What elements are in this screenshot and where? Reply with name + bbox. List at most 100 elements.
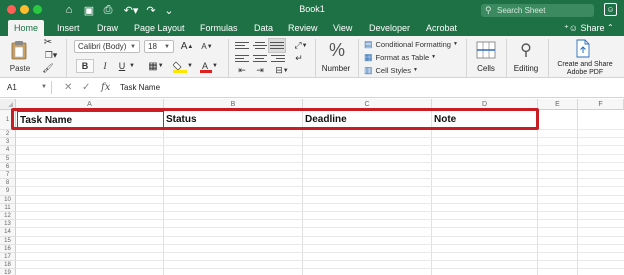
align-left-button[interactable] (234, 53, 250, 64)
align-right-icon (271, 53, 285, 64)
svg-text:A: A (202, 61, 208, 71)
name-box[interactable]: A1 ▼ (4, 81, 52, 94)
tab-formulas[interactable]: Formulas (200, 20, 238, 36)
column-header-f[interactable]: F (578, 99, 624, 110)
cells-button[interactable] (472, 39, 500, 61)
underline-options-icon[interactable]: ▼ (128, 59, 136, 73)
align-top-button[interactable] (234, 39, 250, 52)
wrap-text-button[interactable]: ↵ (291, 53, 307, 64)
font-color-button[interactable]: A ▼ (197, 59, 221, 73)
gridline (537, 110, 538, 275)
gridline (16, 194, 624, 196)
grow-font-button[interactable]: A ▲ (180, 40, 194, 53)
row-header-10[interactable]: 10 (0, 195, 16, 204)
magnifier-icon: ⚲ (520, 42, 532, 59)
row-header-16[interactable]: 16 (0, 244, 16, 253)
account-icon[interactable]: ☺ (604, 3, 617, 16)
shrink-font-button[interactable]: A ▼ (200, 40, 214, 53)
insert-function-icon[interactable]: fx (101, 81, 110, 94)
row-header-18[interactable]: 18 (0, 261, 16, 270)
orientation-button[interactable]: ⤢ ▼ (291, 39, 311, 52)
grow-font-label: A (180, 41, 188, 52)
row-header-4[interactable]: 4 (0, 146, 16, 155)
row-header-12[interactable]: 12 (0, 212, 16, 221)
align-center-button[interactable] (252, 53, 268, 64)
copy-icon[interactable]: ❐▾ (42, 50, 60, 61)
cancel-icon[interactable]: ✕ (64, 81, 72, 94)
tab-insert[interactable]: Insert (57, 20, 80, 36)
row-header-13[interactable]: 13 (0, 220, 16, 229)
format-painter-icon[interactable]: 🖌 (42, 63, 54, 74)
row-header-3[interactable]: 3 (0, 138, 16, 147)
chevron-down-icon: ▼ (282, 67, 289, 74)
paste-label: Paste (9, 63, 31, 73)
tab-acrobat[interactable]: Acrobat (426, 20, 457, 36)
tab-view[interactable]: View (333, 20, 352, 36)
bold-button[interactable]: B (76, 59, 94, 73)
create-pdf-button[interactable] (572, 38, 594, 58)
font-name-dropdown[interactable]: Calibri (Body) ▼ (74, 40, 140, 53)
ribbon-tabs: Home Insert Draw Page Layout Formulas Da… (0, 20, 624, 36)
row-header-14[interactable]: 14 (0, 228, 16, 237)
tab-data[interactable]: Data (254, 20, 273, 36)
fill-color-button[interactable]: ▼ (171, 59, 195, 73)
cells-label: Cells (477, 63, 495, 73)
align-middle-button[interactable] (252, 39, 268, 52)
number-format-button[interactable]: % (321, 39, 353, 61)
search-input[interactable]: ⚲ Search Sheet (481, 4, 594, 17)
ribbon-home: Paste ✂ ❐▾ 🖌 Calibri (Body) ▼ 18 ▼ A ▲ A ▼ B… (0, 36, 624, 78)
column-header-e[interactable]: E (538, 99, 578, 110)
paste-button[interactable] (8, 39, 30, 61)
increase-indent-button[interactable]: ⇥ (252, 65, 268, 76)
decrease-indent-button[interactable]: ⇤ (234, 65, 250, 76)
tab-home[interactable]: Home (8, 20, 45, 36)
conditional-formatting-label: Conditional Formatting (375, 39, 451, 49)
chevron-down-icon: ▼ (301, 42, 308, 49)
row-header-11[interactable]: 11 (0, 203, 16, 212)
row-header-7[interactable]: 7 (0, 171, 16, 180)
cut-icon[interactable]: ✂ (42, 37, 54, 48)
merge-center-button[interactable]: ⊟ ▼ (272, 65, 292, 76)
create-pdf-label-line1: Create and Share (557, 60, 613, 68)
gridline (16, 243, 624, 245)
tab-page-layout[interactable]: Page Layout (134, 20, 185, 36)
pdf-share-icon (576, 39, 590, 57)
font-size-value: 18 (148, 42, 157, 51)
row-header-5[interactable]: 5 (0, 154, 16, 163)
align-bottom-button[interactable] (268, 38, 286, 53)
row-header-17[interactable]: 17 (0, 253, 16, 262)
row-header-19[interactable]: 19 (0, 269, 16, 275)
enter-icon[interactable]: ✓ (82, 81, 90, 94)
underline-button[interactable]: U (116, 59, 128, 73)
tab-draw[interactable]: Draw (97, 20, 118, 36)
tab-developer[interactable]: Developer (369, 20, 410, 36)
number-label: Number (321, 63, 351, 73)
collapse-ribbon-icon[interactable]: ⌃ (607, 20, 614, 36)
font-size-dropdown[interactable]: 18 ▼ (144, 40, 174, 53)
tab-review[interactable]: Review (288, 20, 318, 36)
gridline (16, 235, 624, 237)
gridline (16, 137, 624, 139)
gridline (16, 260, 624, 262)
borders-button[interactable]: ▦ ▼ (144, 59, 168, 73)
editing-button[interactable]: ⚲ (512, 39, 540, 61)
format-as-table-button[interactable]: ▦ Format as Table ▼ (364, 51, 464, 63)
row-header-15[interactable]: 15 (0, 236, 16, 245)
row-header-2[interactable]: 2 (0, 130, 16, 139)
decrease-indent-icon: ⇤ (238, 65, 246, 75)
row-header-6[interactable]: 6 (0, 162, 16, 171)
increase-icon: ▲ (187, 43, 194, 50)
italic-button[interactable]: I (98, 59, 112, 73)
cell-styles-button[interactable]: ▥ Cell Styles ▼ (364, 64, 464, 76)
formula-input[interactable]: Task Name (120, 81, 160, 94)
row-header-9[interactable]: 9 (0, 187, 16, 196)
gridline (16, 186, 624, 188)
conditional-formatting-button[interactable]: ▤ Conditional Formatting ▼ (364, 38, 464, 50)
share-button[interactable]: ⁺☺ Share (564, 20, 604, 36)
row-header-8[interactable]: 8 (0, 179, 16, 188)
gridline (16, 161, 624, 163)
editing-label: Editing (513, 63, 539, 73)
share-label: Share (580, 23, 605, 33)
align-right-button[interactable] (270, 53, 286, 64)
worksheet-grid[interactable] (16, 110, 624, 275)
